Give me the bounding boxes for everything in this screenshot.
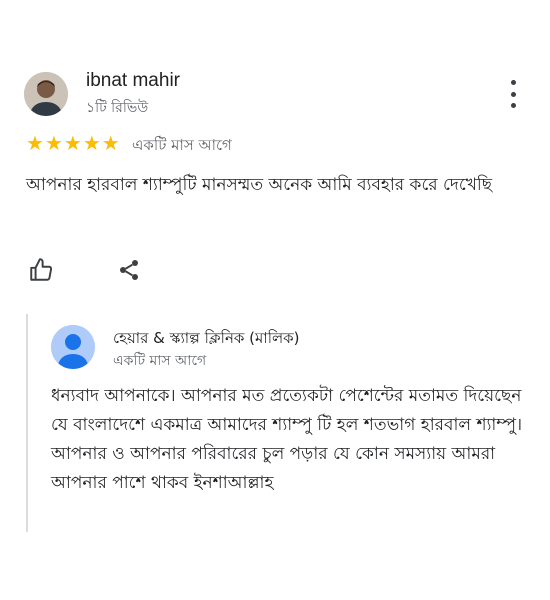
more-vert-icon [510, 80, 516, 85]
star-icon: ★ [101, 131, 120, 155]
review-text: আপনার হারবাল শ্যাম্পুটি মানসম্মত অনেক আম… [26, 175, 493, 195]
star-icon: ★ [82, 131, 101, 155]
review-time: একটি মাস আগে [132, 136, 232, 154]
thumbs-up-icon [30, 258, 53, 281]
share-icon [120, 260, 138, 280]
owner-reply-time: একটি মাস আগে [113, 353, 207, 369]
reply-divider [26, 314, 28, 532]
share-button[interactable] [117, 257, 141, 283]
author-avatar[interactable] [24, 72, 68, 116]
more-options-button[interactable] [503, 80, 523, 108]
star-icon: ★ [63, 131, 82, 155]
star-rating: ★ ★ ★ ★ ★ [26, 133, 120, 153]
author-name[interactable]: ibnat mahir [86, 70, 180, 92]
owner-avatar [51, 325, 95, 369]
author-review-count: ১টি রিভিউ [86, 100, 149, 116]
owner-reply-text: ধন্যবাদ আপনাকে। আপনার মত প্রত্যেকটা পেশে… [51, 386, 523, 493]
star-icon: ★ [44, 131, 63, 155]
star-icon: ★ [26, 131, 44, 155]
like-button[interactable] [28, 257, 54, 283]
